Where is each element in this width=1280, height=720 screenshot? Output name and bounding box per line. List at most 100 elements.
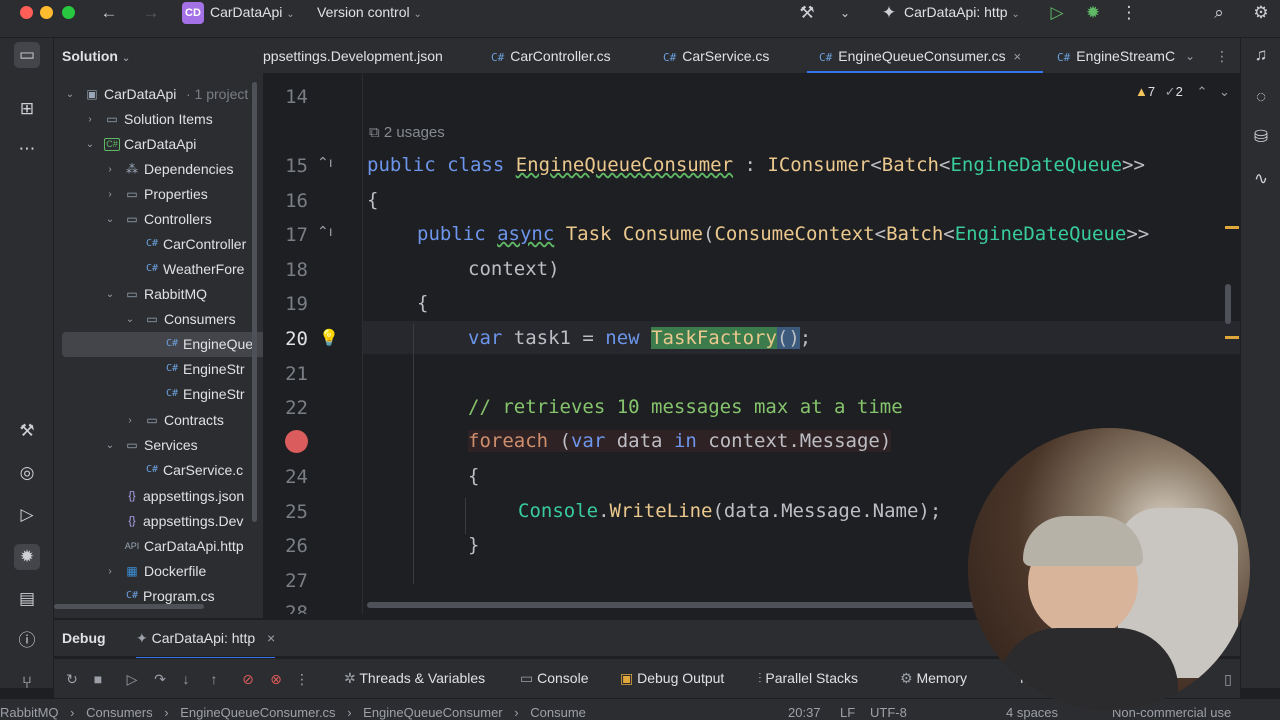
run-config-dropdown[interactable]: CarDataApi: http ⌄ (904, 4, 1020, 20)
breadcrumb[interactable]: RabbitMQ › Consumers › EngineQueueConsum… (0, 705, 586, 720)
tree-item-solution-items[interactable]: › ▭ Solution Items (54, 107, 263, 132)
breadcrumb-item[interactable]: RabbitMQ (0, 705, 59, 720)
debug-bug-icon[interactable]: ✹ (1082, 2, 1104, 24)
tree-item-consumers[interactable]: ⌄ ▭ Consumers (54, 307, 263, 332)
tree-item-controllers[interactable]: ⌄ ▭ Controllers (54, 207, 263, 232)
expand-arrow-icon[interactable]: ⌄ (104, 207, 116, 232)
tab-enginestreamconsumer[interactable]: C# EngineStreamC (1057, 38, 1175, 73)
tree-item-project[interactable]: ⌄ C# CarDataApi (54, 132, 263, 157)
close-tab-icon[interactable]: × (1013, 49, 1021, 64)
maximize-window-button[interactable] (62, 6, 75, 19)
tree-item-dockerfile[interactable]: › ▦ Dockerfile (54, 559, 263, 584)
expand-arrow-icon[interactable]: ⌄ (84, 132, 96, 157)
breadcrumb-item[interactable]: Consumers (86, 705, 152, 720)
run-icon[interactable]: ▷ (1046, 2, 1068, 24)
back-arrow-icon[interactable]: ← (98, 2, 120, 24)
expand-arrow-icon[interactable]: ⌄ (104, 282, 116, 307)
solution-header[interactable]: Solution ⌄ (62, 48, 130, 64)
tree-h-scroll[interactable] (54, 604, 263, 610)
editor-scrollbar[interactable] (1225, 284, 1231, 324)
project-badge[interactable]: CD (182, 2, 204, 24)
problems-icon[interactable]: ⓘ (14, 628, 40, 654)
line-ending[interactable]: LF (840, 705, 855, 720)
implemented-member-icon[interactable]: ⌃ı (317, 223, 333, 240)
expand-arrow-icon[interactable]: ⌄ (64, 82, 76, 107)
settings-gear-icon[interactable]: ⚙ (1250, 2, 1272, 24)
breakpoint-marker[interactable] (285, 430, 308, 453)
tab-appsettings-development[interactable]: ppsettings.Development.json (263, 38, 443, 73)
notifications-bell-icon[interactable]: ♫ (1248, 42, 1274, 68)
forward-arrow-icon[interactable]: → (140, 2, 162, 24)
tree-item-appsettings[interactable]: {} appsettings.json (54, 484, 263, 509)
performance-icon[interactable]: ∿ (1248, 166, 1274, 192)
resume-icon[interactable]: ▷ (122, 669, 142, 689)
tabs-more-icon[interactable]: ⋮ (1215, 38, 1229, 73)
tree-item-carcontroller[interactable]: C# CarController (54, 232, 263, 257)
more-tools-icon[interactable]: ⋯ (14, 136, 40, 162)
breadcrumb-item[interactable]: EngineQueueConsumer.cs (180, 705, 335, 720)
structure-icon[interactable]: ⊞ (14, 96, 40, 122)
tree-item-enginequeueconsumer-selected[interactable]: C# EngineQue (62, 332, 263, 357)
build-hammer-icon[interactable]: ⚒ (796, 2, 818, 24)
rerun-icon[interactable]: ↻ (62, 669, 82, 689)
terminal-icon[interactable]: ▤ (14, 586, 40, 612)
file-encoding[interactable]: UTF-8 (870, 705, 907, 720)
stop-icon[interactable]: ■ (88, 669, 108, 689)
tree-item-dependencies[interactable]: › ⁂ Dependencies (54, 157, 263, 182)
inspection-widget[interactable]: ▲7 ✓2 ⌃ ⌄ (1135, 84, 1230, 100)
expand-arrow-icon[interactable]: › (104, 182, 116, 207)
more-menu-icon[interactable]: ⋮ (1118, 2, 1140, 24)
tree-item-properties[interactable]: › ▭ Properties (54, 182, 263, 207)
database-icon[interactable]: ⛁ (1248, 124, 1274, 150)
expand-arrow-icon[interactable]: › (84, 107, 96, 132)
warning-marker[interactable] (1225, 226, 1239, 229)
expand-arrow-icon[interactable]: › (104, 559, 116, 584)
search-icon[interactable]: ⌕ (1208, 2, 1230, 24)
chevron-down-icon[interactable]: ⌄ (834, 2, 856, 24)
tab-debug-output[interactable]: ▣ Debug Output (620, 670, 724, 687)
tab-parallel-stacks[interactable]: ⫶ Parallel Stacks (758, 670, 858, 687)
minimize-window-button[interactable] (40, 6, 53, 19)
step-into-icon[interactable]: ↓ (176, 669, 196, 689)
tree-item-http-file[interactable]: API CarDataApi.http (54, 534, 263, 559)
git-branch-icon[interactable]: ⑂ (14, 670, 40, 696)
breadcrumb-item[interactable]: Consume (530, 705, 586, 720)
step-over-icon[interactable]: ↷ (150, 669, 170, 689)
warning-marker[interactable] (1225, 336, 1239, 339)
tab-enginequeueconsumer-active[interactable]: C# EngineQueueConsumer.cs × (807, 38, 1043, 73)
usages-hint[interactable]: ⧉ 2 usages (369, 124, 445, 141)
more-debug-icon[interactable]: ⋮ (292, 669, 312, 689)
implemented-interface-icon[interactable]: ⌃ı (317, 154, 333, 171)
tab-memory[interactable]: ⚙ Memory (900, 670, 967, 687)
tab-carservice[interactable]: C# CarService.cs (663, 38, 769, 73)
lightbulb-icon[interactable]: 💡 (319, 328, 339, 348)
tree-item-rabbitmq[interactable]: ⌄ ▭ RabbitMQ (54, 282, 263, 307)
tree-item-solution[interactable]: ⌄ ▣ CarDataApi · 1 project (54, 82, 263, 107)
debug-session-tab[interactable]: ✦ CarDataApi: http × (136, 630, 276, 659)
tabs-overflow-chevron-icon[interactable]: ⌄ (1185, 38, 1195, 73)
services-icon[interactable]: ◎ (14, 460, 40, 486)
tree-item-services[interactable]: ⌄ ▭ Services (54, 433, 263, 458)
tree-item-carservice[interactable]: C# CarService.c (54, 458, 263, 483)
debug-tool-icon[interactable]: ✹ (14, 544, 40, 570)
close-window-button[interactable] (20, 6, 33, 19)
tree-item-enginestream-1[interactable]: C# EngineStr (54, 357, 263, 382)
expand-arrow-icon[interactable]: ⌄ (124, 307, 136, 332)
solution-folder-icon[interactable]: ▭ (14, 42, 40, 68)
tab-carcontroller[interactable]: C# CarController.cs (491, 38, 611, 73)
prev-highlight-icon[interactable]: ⌃ (1197, 84, 1208, 99)
cursor-position[interactable]: 20:37 (788, 705, 821, 720)
step-out-icon[interactable]: ↑ (204, 669, 224, 689)
run-tool-icon[interactable]: ▷ (14, 502, 40, 528)
tab-threads-variables[interactable]: ✲ Threads & Variables (344, 670, 485, 687)
tree-item-appsettings-dev[interactable]: {} appsettings.Dev (54, 509, 263, 534)
tree-item-contracts[interactable]: › ▭ Contracts (54, 408, 263, 433)
build-icon[interactable]: ⚒ (14, 418, 40, 444)
ai-assistant-icon[interactable]: ◌ (1248, 84, 1274, 110)
tree-item-weatherforecast[interactable]: C# WeatherFore (54, 257, 263, 282)
tree-scrollbar[interactable] (252, 82, 257, 522)
editor-h-scrollbar[interactable] (367, 602, 1067, 608)
version-control-dropdown[interactable]: Version control ⌄ (317, 4, 422, 20)
close-tab-icon[interactable]: × (267, 630, 275, 646)
mute-breakpoints-icon[interactable]: ⊗ (266, 669, 286, 689)
